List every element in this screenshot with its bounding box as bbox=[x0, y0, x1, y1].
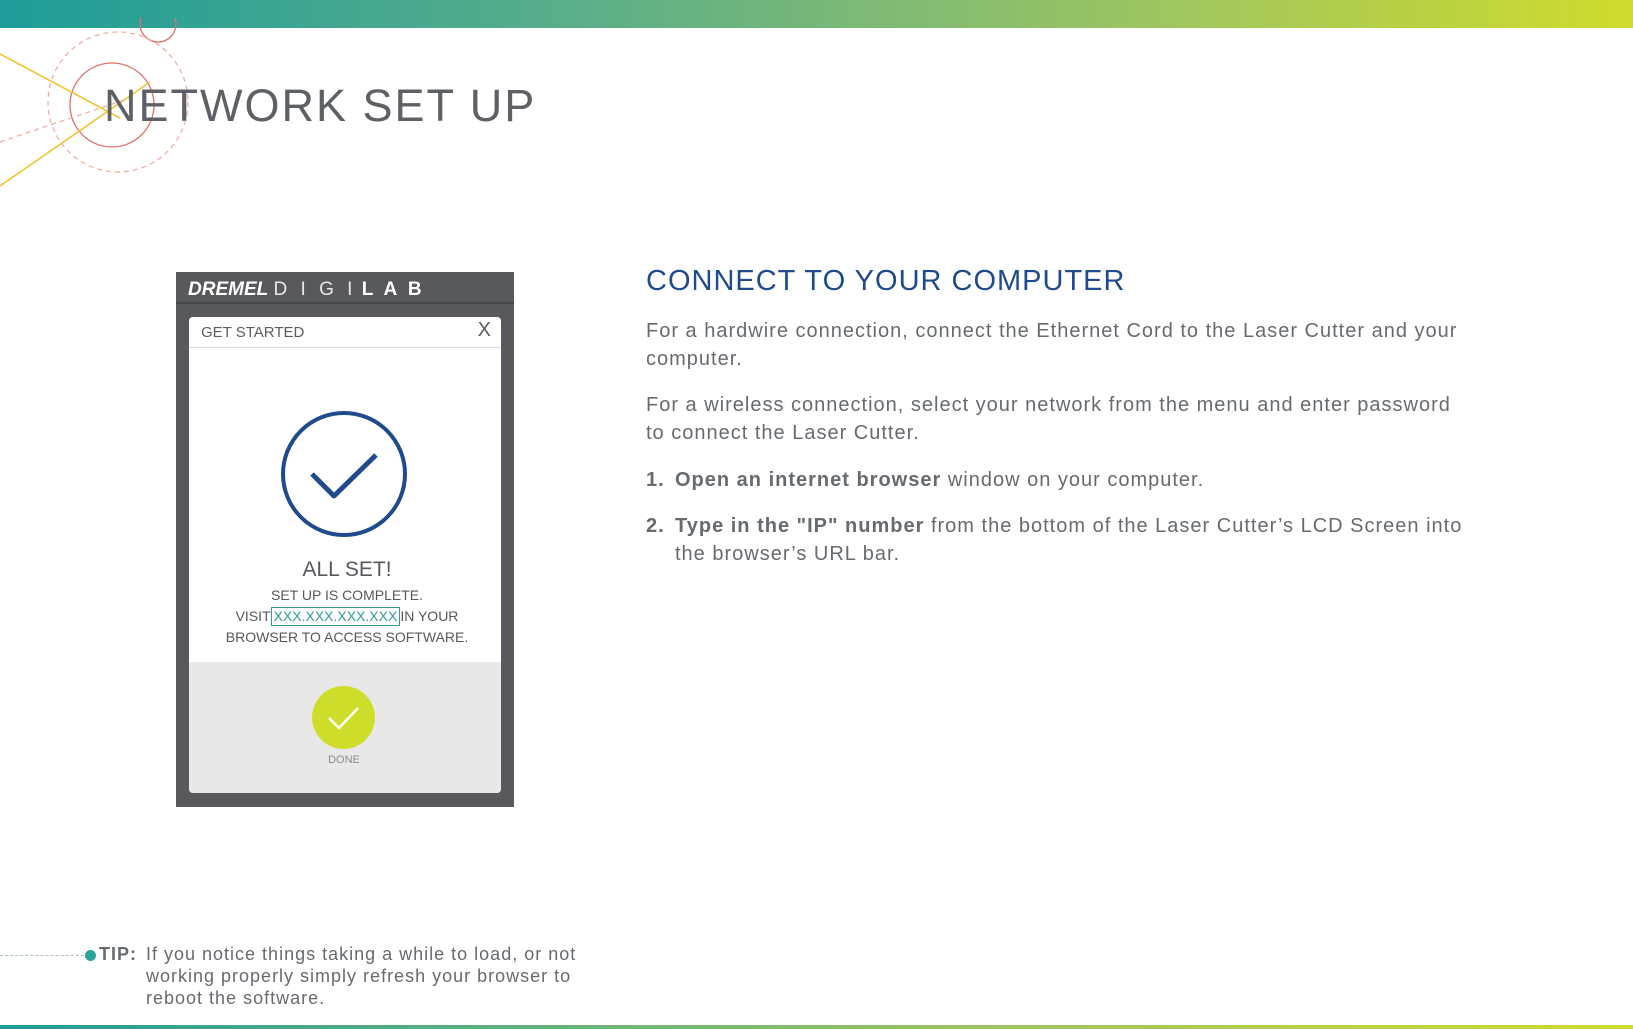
wireless-paragraph: For a wireless connection, select your n… bbox=[646, 394, 1451, 444]
visit-suffix: IN YOUR bbox=[400, 608, 459, 624]
done-label: DONE bbox=[328, 754, 360, 766]
check-circle-icon bbox=[281, 411, 407, 537]
setup-line-3: BROWSER TO ACCESS SOFTWARE. bbox=[225, 629, 469, 645]
device-screen: DREMEL D I G I L A B GET STARTED X ALL S… bbox=[176, 272, 514, 807]
step-item: 2. Type in the "IP" number from the bott… bbox=[646, 512, 1466, 568]
hardwire-paragraph: For a hardwire connection, connect the E… bbox=[646, 320, 1458, 370]
brand-logo: DREMEL D I G I L A B bbox=[188, 279, 425, 301]
dialog-title: GET STARTED bbox=[201, 324, 305, 341]
top-gradient-bar bbox=[0, 0, 1633, 28]
brand-dremel: DREMEL bbox=[188, 279, 269, 300]
close-button[interactable]: X bbox=[478, 319, 491, 342]
step-bold: Open an internet browser bbox=[675, 469, 942, 491]
brand-lab: L A B bbox=[361, 279, 425, 300]
step-rest: window on your computer. bbox=[941, 469, 1205, 491]
dialog-footer: DONE bbox=[189, 662, 501, 793]
tip-text: If you notice things taking a while to l… bbox=[146, 944, 577, 1008]
step-number: 1. bbox=[646, 469, 665, 491]
step-item: 1. Open an internet browser window on yo… bbox=[646, 466, 1466, 494]
tip-block: TIP: If you notice things taking a while… bbox=[99, 943, 606, 1009]
step-text: Type in the "IP" number from the bottom … bbox=[675, 512, 1466, 568]
tip-bullet-icon bbox=[85, 950, 96, 961]
tip-leader-line bbox=[0, 955, 84, 956]
visit-prefix: VISIT bbox=[235, 608, 271, 624]
done-button[interactable] bbox=[312, 686, 375, 749]
setup-line-1: SET UP IS COMPLETE. bbox=[271, 587, 423, 603]
step-bold: Type in the "IP" number bbox=[675, 515, 925, 537]
dialog-header: GET STARTED X bbox=[189, 317, 501, 348]
done-check-icon bbox=[328, 707, 359, 730]
setup-message: SET UP IS COMPLETE. VISIT XXX.XXX.XXX.XXX… bbox=[189, 585, 501, 648]
page-title: NETWORK SET UP bbox=[104, 80, 537, 131]
all-set-heading: ALL SET! bbox=[302, 558, 392, 581]
tip-label: TIP: bbox=[99, 944, 137, 964]
setup-dialog: GET STARTED X ALL SET! SET UP IS COMPLET… bbox=[189, 317, 501, 793]
ip-address-box: XXX.XXX.XXX.XXX bbox=[270, 607, 401, 626]
bottom-gradient-line bbox=[0, 1025, 1633, 1029]
device-divider bbox=[176, 302, 514, 304]
section-title: CONNECT TO YOUR COMPUTER bbox=[646, 265, 1126, 297]
step-text: Open an internet browser window on your … bbox=[675, 466, 1466, 494]
setup-line-2: VISIT XXX.XXX.XXX.XXX IN YOUR bbox=[189, 606, 501, 627]
brand-digi: D I G I bbox=[273, 279, 357, 300]
step-number: 2. bbox=[646, 515, 665, 537]
